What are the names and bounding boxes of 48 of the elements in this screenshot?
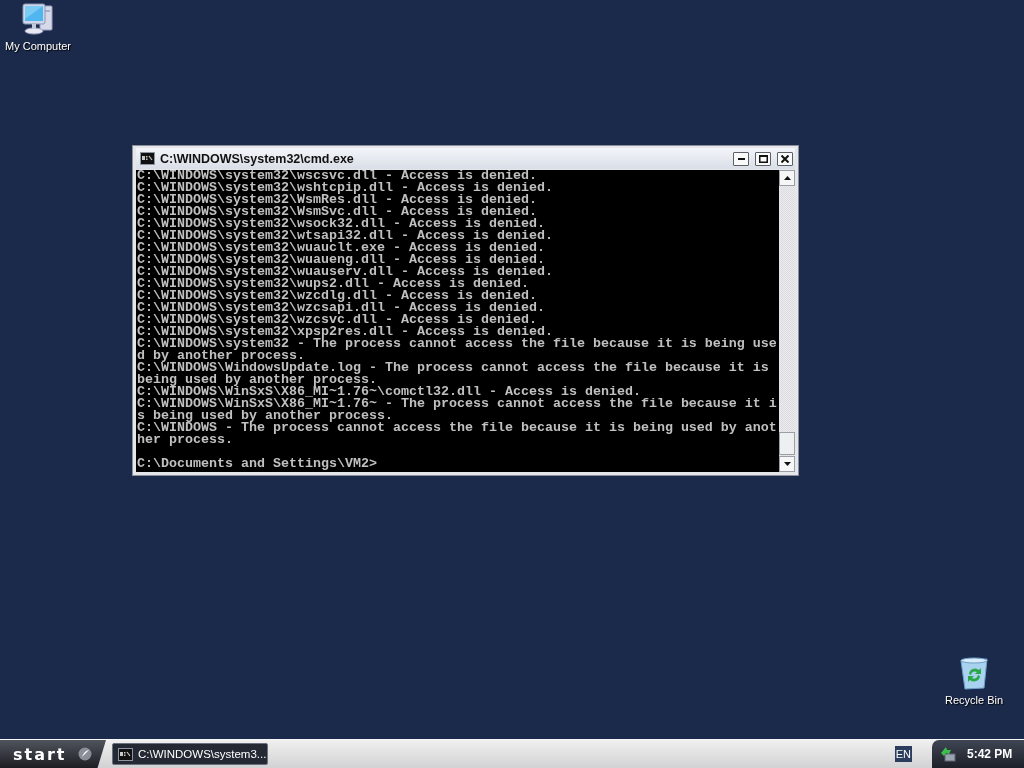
console-line: C:\WINDOWS\system32\wsock32.dll - Access is denied.	[137, 218, 545, 230]
desktop-icon-label[interactable]: My Computer	[5, 40, 71, 53]
recycle-bin-icon	[959, 656, 989, 690]
console-line: C:\WINDOWS\system32\wtsapi32.dll - Access is denied.	[137, 230, 553, 242]
console-icon	[140, 152, 155, 165]
console-line: C:\WINDOWS\system32\wups2.dll - Access is denied.	[137, 278, 529, 290]
minimize-button[interactable]	[733, 151, 749, 166]
scroll-down-button[interactable]	[779, 456, 795, 472]
down-arrow-icon	[783, 462, 791, 466]
console-line: C:\WINDOWS\system32\wzcdlg.dll - Access is denied.	[137, 290, 537, 302]
console-line: C:\WINDOWS\system32\wuaueng.dll - Access is denied.	[137, 254, 545, 266]
console-icon	[118, 747, 133, 761]
close-icon	[781, 154, 789, 163]
console-line: her process.	[137, 434, 233, 446]
desktop-icon-label[interactable]: Recycle Bin	[944, 694, 1004, 707]
tray-arrow-icon	[940, 746, 956, 762]
console-line: C:\WINDOWS\WindowsUpdate.log - The process cannot access the file because it is	[137, 362, 769, 374]
console-line: C:\WINDOWS\WinSxS\X86_MI~1.76~ - The process cannot access the file because it i	[137, 398, 777, 410]
console-line: C:\WINDOWS\system32\wzcsvc.dll - Access is denied.	[137, 314, 537, 326]
console-line: C:\WINDOWS\system32\wshtcpip.dll - Access is denied.	[137, 182, 553, 194]
window-title: C:\WINDOWS\system32\cmd.exe	[160, 151, 355, 166]
console-line: C:\WINDOWS\system32\WsmRes.dll - Access is denied.	[137, 194, 537, 206]
language-indicator[interactable]: EN	[894, 746, 912, 762]
close-button[interactable]	[777, 151, 793, 166]
round-logo-icon	[77, 747, 92, 761]
console-line: C:\WINDOWS\system32\WsmSvc.dll - Access is denied.	[137, 206, 537, 218]
console-line: C:\WINDOWS\system32\wzcsapi.dll - Access is denied.	[137, 302, 545, 314]
clock[interactable]: 5:42 PM	[967, 747, 1013, 761]
console-line: being used by another process.	[137, 374, 377, 386]
console-line: C:\WINDOWS\system32\wuauserv.dll - Access is denied.	[137, 266, 553, 278]
taskbar-button[interactable]: C:\WINDOWS\system3...	[112, 743, 268, 765]
console-line: C:\WINDOWS\WinSxS\X86_MI~1.76~\comctl32.dll - Access is denied.	[137, 386, 641, 398]
start-button[interactable]: start	[0, 740, 106, 768]
up-arrow-icon	[783, 176, 791, 180]
console-line: s being used by another process.	[137, 410, 393, 422]
console-line: C:\WINDOWS\system32\xpsp2res.dll - Access is denied.	[137, 326, 553, 338]
maximize-icon	[758, 154, 768, 163]
command-prompt: C:\Documents and Settings\VM2>	[137, 458, 377, 470]
computer-icon	[20, 2, 56, 36]
maximize-button[interactable]	[755, 151, 771, 166]
console-line: d by another process.	[137, 350, 305, 362]
console-line: C:\WINDOWS\system32\wuauclt.exe - Access is denied.	[137, 242, 545, 254]
minimize-icon	[737, 157, 745, 160]
scrollbar-thumb[interactable]	[779, 432, 795, 455]
scroll-up-button[interactable]	[779, 170, 795, 186]
console-line: C:\WINDOWS\system32 - The process cannot access the file because it is being use	[137, 338, 777, 350]
console-line: C:\WINDOWS - The process cannot access the file because it is being used by anot	[137, 422, 777, 434]
console-line: C:\WINDOWS\system32\wscsvc.dll - Access is denied.	[137, 170, 537, 182]
